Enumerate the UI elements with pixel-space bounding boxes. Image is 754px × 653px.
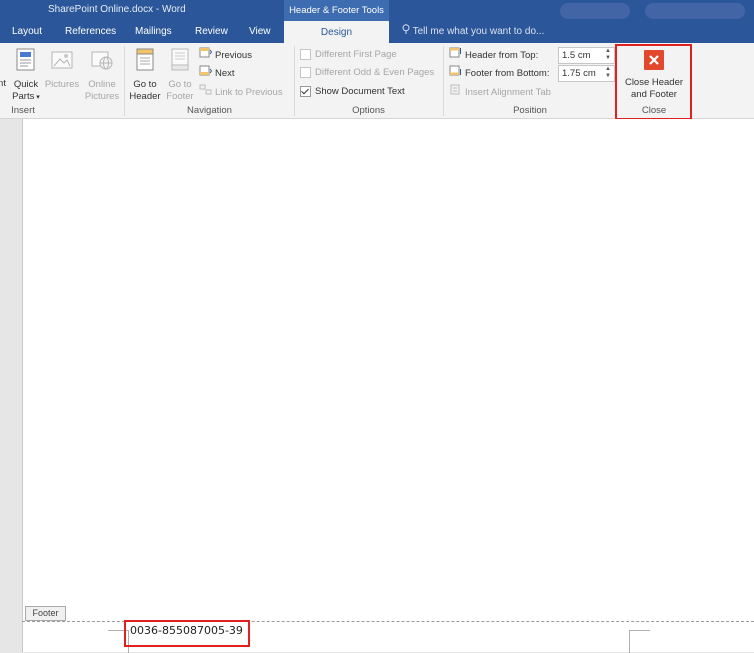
checkbox-unchecked	[300, 48, 311, 60]
title-bar-decoration	[645, 3, 745, 19]
alignment-tab-icon	[449, 84, 462, 101]
different-first-page-label: Different First Page	[315, 49, 397, 60]
previous-icon	[199, 47, 213, 64]
lightbulb-icon	[402, 24, 413, 37]
highlight-footer-text	[124, 620, 250, 647]
group-divider	[294, 46, 295, 116]
next-button[interactable]: Next	[199, 65, 235, 81]
dropdown-arrow-icon: ▾	[34, 94, 40, 101]
footer-from-bottom-label: Footer from Bottom:	[449, 65, 549, 81]
pictures-icon	[44, 48, 80, 76]
checkbox-checked	[300, 85, 311, 97]
group-label-insert: Insert	[11, 105, 35, 116]
different-odd-even-label: Different Odd & Even Pages	[315, 67, 435, 78]
window-title: SharePoint Online.docx - Word	[48, 4, 186, 15]
margin-corner-right	[629, 630, 650, 653]
tell-me-box[interactable]: Tell me what you want to do...	[402, 21, 544, 43]
header-from-top-text: Header from Top:	[465, 50, 539, 62]
go-to-header-label-line2: Header	[129, 91, 161, 102]
header-from-top-value: 1.5 cm	[562, 50, 591, 61]
ribbon-tabs: Layout References Mailings Review View D…	[0, 21, 754, 44]
quick-parts-label-line2: Parts	[12, 91, 35, 102]
link-icon	[199, 84, 212, 101]
header-position-icon	[449, 47, 462, 64]
go-to-footer-label-line2: Footer	[166, 91, 194, 102]
tell-me-text: Tell me what you want to do...	[412, 26, 545, 37]
pictures-label: Pictures	[44, 79, 80, 90]
show-document-text-checkbox[interactable]: Show Document Text	[300, 84, 405, 100]
group-divider	[124, 46, 125, 116]
tab-layout[interactable]: Layout	[12, 21, 42, 43]
previous-button[interactable]: Previous	[199, 47, 252, 63]
go-to-header-button[interactable]: Go to Header	[127, 48, 163, 103]
next-icon	[199, 65, 213, 82]
tab-view[interactable]: View	[249, 21, 271, 43]
document-page[interactable]	[22, 119, 754, 652]
link-to-previous-label: Link to Previous	[215, 87, 283, 99]
online-pictures-icon	[83, 48, 121, 76]
link-to-previous-button[interactable]: Link to Previous	[199, 84, 283, 100]
partial-button-label[interactable]: nt	[0, 78, 7, 90]
highlight-close-button	[615, 44, 692, 120]
pictures-button[interactable]: Pictures	[44, 48, 80, 91]
tab-mailings[interactable]: Mailings	[135, 21, 172, 43]
footer-tag: Footer	[25, 606, 66, 621]
quick-parts-button[interactable]: Quick Parts ▾	[10, 48, 42, 104]
quick-parts-icon	[10, 48, 42, 76]
group-label-position: Position	[513, 105, 547, 116]
different-odd-even-checkbox[interactable]: Different Odd & Even Pages	[300, 65, 434, 81]
online-pictures-button[interactable]: Online Pictures	[83, 48, 121, 103]
footer-from-bottom-spinner[interactable]: 1.75 cm ▲ ▼	[558, 65, 615, 82]
checkbox-unchecked	[300, 66, 311, 78]
header-from-top-label: Header from Top:	[449, 47, 538, 63]
group-label-navigation: Navigation	[187, 105, 232, 116]
quick-parts-label: Quick	[13, 79, 39, 90]
different-first-page-checkbox[interactable]: Different First Page	[300, 47, 397, 63]
go-to-footer-button[interactable]: Go to Footer	[164, 48, 196, 103]
next-label: Next	[215, 68, 235, 80]
online-pictures-label: Online	[88, 79, 116, 90]
tab-references[interactable]: References	[65, 21, 116, 43]
show-document-text-label: Show Document Text	[315, 86, 405, 97]
group-divider	[443, 46, 444, 116]
footer-from-bottom-value: 1.75 cm	[562, 68, 596, 79]
go-to-footer-icon	[164, 48, 196, 76]
title-bar-decoration	[560, 3, 630, 19]
online-pictures-label-line2: Pictures	[84, 91, 120, 102]
previous-label: Previous	[215, 50, 252, 62]
title-bar: SharePoint Online.docx - Word Header & F…	[0, 0, 754, 21]
tab-design[interactable]: Design	[284, 21, 389, 44]
go-to-footer-label: Go to	[168, 79, 192, 90]
group-label-options: Options	[352, 105, 385, 116]
insert-alignment-tab-button[interactable]: Insert Alignment Tab	[449, 84, 551, 100]
go-to-header-icon	[127, 48, 163, 76]
footer-from-bottom-text: Footer from Bottom:	[465, 68, 550, 80]
spinner-arrows-icon[interactable]: ▲ ▼	[605, 66, 611, 80]
tab-review[interactable]: Review	[195, 21, 228, 43]
contextual-tab-group: Header & Footer Tools	[284, 0, 389, 21]
insert-alignment-tab-label: Insert Alignment Tab	[465, 87, 551, 99]
header-from-top-spinner[interactable]: 1.5 cm ▲ ▼	[558, 47, 615, 64]
footer-position-icon	[449, 65, 462, 82]
go-to-header-label: Go to	[133, 79, 157, 90]
spinner-arrows-icon[interactable]: ▲ ▼	[605, 48, 611, 62]
